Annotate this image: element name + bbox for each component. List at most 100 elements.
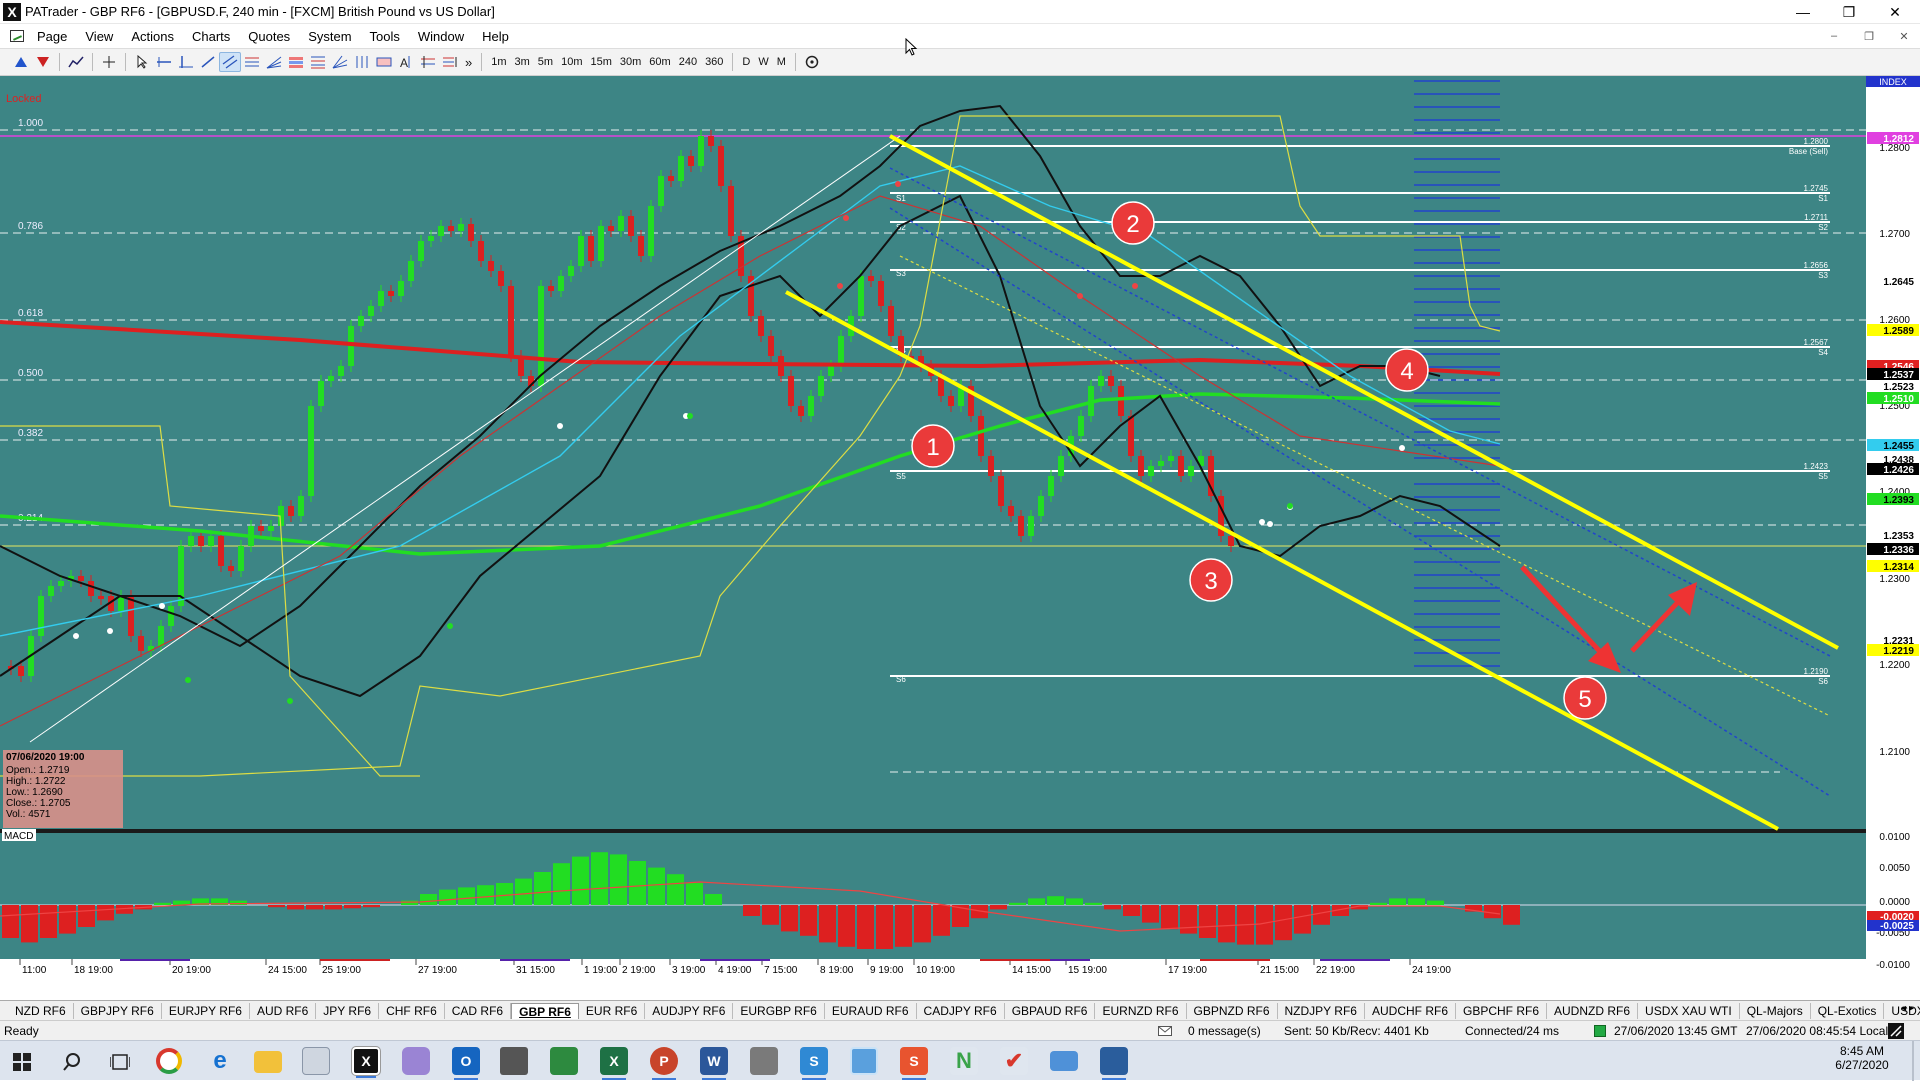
period-daily[interactable]: D — [738, 56, 754, 68]
chart-type-icon[interactable] — [65, 52, 87, 72]
timeframe-60m[interactable]: 60m — [645, 56, 674, 68]
menu-window[interactable]: Window — [409, 29, 473, 44]
symbol-tab-euraud-rf6[interactable]: EURAUD RF6 — [825, 1002, 917, 1019]
minimize-button[interactable]: — — [1780, 0, 1826, 24]
notepad-icon[interactable] — [302, 1047, 330, 1075]
edge-icon[interactable]: e — [206, 1047, 234, 1075]
red-bird-app-icon[interactable]: ✔ — [1000, 1047, 1028, 1075]
image-app-icon[interactable] — [1100, 1047, 1128, 1080]
mdi-close-button[interactable]: ✕ — [1893, 27, 1915, 45]
symbol-tab-gbpchf-rf6[interactable]: GBPCHF RF6 — [1456, 1002, 1548, 1019]
symbol-tab-ql-majors[interactable]: QL-Majors — [1740, 1002, 1811, 1019]
messages-icon[interactable] — [1158, 1026, 1172, 1036]
taskbar-clock[interactable]: 8:45 AM 6/27/2020 — [1832, 1044, 1892, 1072]
show-desktop-button[interactable] — [1912, 1041, 1914, 1081]
close-button[interactable]: ✕ — [1872, 0, 1918, 24]
symbol-tab-chf-rf6[interactable]: CHF RF6 — [379, 1002, 445, 1019]
fib-fan-icon[interactable] — [263, 52, 285, 72]
pointer-icon[interactable] — [131, 52, 153, 72]
symbol-tab-jpy-rf6[interactable]: JPY RF6 — [316, 1002, 380, 1019]
text-icon[interactable]: A — [395, 52, 417, 72]
task-view-icon[interactable] — [110, 1053, 130, 1071]
vertical-line-icon[interactable] — [175, 52, 197, 72]
monitor-app-icon[interactable] — [1050, 1051, 1078, 1071]
word-icon[interactable]: W — [700, 1047, 728, 1080]
s-red-app-icon[interactable]: S — [900, 1047, 928, 1080]
timeframe-360[interactable]: 360 — [701, 56, 727, 68]
menu-tools[interactable]: Tools — [361, 29, 409, 44]
fibonacci-icon[interactable] — [241, 52, 263, 72]
tab-scroll-arrows-icon[interactable]: ◂ ▸ — [1901, 1003, 1914, 1014]
symbol-tab-usdx-xau-wti[interactable]: USDX XAU WTI — [1638, 1002, 1740, 1019]
photos-icon[interactable] — [402, 1047, 430, 1075]
timeframe-240[interactable]: 240 — [675, 56, 701, 68]
symbol-tab-audjpy-rf6[interactable]: AUDJPY RF6 — [645, 1002, 734, 1019]
pitchfork-icon[interactable] — [417, 52, 439, 72]
symbol-tab-gbpjpy-rf6[interactable]: GBPJPY RF6 — [74, 1002, 162, 1019]
n-green-app-icon[interactable]: N — [950, 1047, 978, 1075]
app-window-icon[interactable] — [750, 1047, 778, 1075]
timeframe-5m[interactable]: 5m — [534, 56, 557, 68]
menu-system[interactable]: System — [299, 29, 360, 44]
fib-retrace-icon[interactable] — [307, 52, 329, 72]
pane-splitter[interactable] — [0, 829, 1866, 833]
search-icon[interactable] — [62, 1052, 82, 1072]
powerpoint-icon[interactable]: P — [650, 1047, 678, 1080]
spreadsheet-app-icon[interactable] — [550, 1047, 578, 1075]
menu-charts[interactable]: Charts — [183, 29, 239, 44]
symbol-tab-eurgbp-rf6[interactable]: EURGBP RF6 — [733, 1002, 825, 1019]
screenshot-tool-icon[interactable] — [850, 1047, 878, 1075]
symbol-tab-audchf-rf6[interactable]: AUDCHF RF6 — [1365, 1002, 1456, 1019]
fib-levels-icon[interactable] — [285, 52, 307, 72]
symbol-tab-aud-rf6[interactable]: AUD RF6 — [250, 1002, 317, 1019]
symbol-tab-cadjpy-rf6[interactable]: CADJPY RF6 — [917, 1002, 1005, 1019]
chrome-icon[interactable] — [156, 1048, 182, 1074]
channel-icon[interactable] — [219, 52, 241, 72]
s-app-icon[interactable]: S — [800, 1047, 828, 1080]
timeframe-15m[interactable]: 15m — [586, 56, 615, 68]
crosshair-icon[interactable] — [98, 52, 120, 72]
calculator-icon[interactable] — [500, 1047, 528, 1075]
symbol-tab-nzd-rf6[interactable]: NZD RF6 — [8, 1002, 74, 1019]
chart-area[interactable]: INDEX Locked 1.000 0.786 0.618 0.500 0.382 0.… — [0, 76, 1920, 980]
timeframe-1m[interactable]: 1m — [487, 56, 510, 68]
mdi-restore-button[interactable]: ❐ — [1858, 27, 1880, 45]
symbol-tab-audnzd-rf6[interactable]: AUDNZD RF6 — [1547, 1002, 1639, 1019]
timer-icon[interactable] — [801, 52, 823, 72]
timeframe-10m[interactable]: 10m — [557, 56, 586, 68]
timeframe-30m[interactable]: 30m — [616, 56, 645, 68]
buy-order-icon[interactable] — [10, 52, 32, 72]
price-chart-svg[interactable]: INDEX Locked 1.000 0.786 0.618 0.500 0.382 0.… — [0, 76, 1920, 980]
symbol-tab-eurjpy-rf6[interactable]: EURJPY RF6 — [162, 1002, 250, 1019]
outlook-icon[interactable]: O — [452, 1047, 480, 1080]
patrader-taskbar-icon[interactable]: X — [351, 1046, 381, 1078]
sell-order-icon[interactable] — [32, 52, 54, 72]
resize-grip-icon[interactable] — [1888, 1023, 1904, 1039]
symbol-tab-gbpaud-rf6[interactable]: GBPAUD RF6 — [1005, 1002, 1096, 1019]
toolbar-more-button[interactable]: » — [461, 55, 476, 70]
windows-start-icon[interactable] — [13, 1053, 31, 1071]
symbol-tab-gbp-rf6[interactable]: GBP RF6 — [511, 1002, 579, 1019]
menu-help[interactable]: Help — [473, 29, 518, 44]
rectangle-icon[interactable] — [373, 52, 395, 72]
cycle-lines-icon[interactable] — [351, 52, 373, 72]
menu-page[interactable]: Page — [28, 29, 76, 44]
symbol-tab-cad-rf6[interactable]: CAD RF6 — [445, 1002, 512, 1019]
gann-icon[interactable] — [329, 52, 351, 72]
symbol-tab-ql-exotics[interactable]: QL-Exotics — [1811, 1002, 1885, 1019]
symbol-tab-eurnzd-rf6[interactable]: EURNZD RF6 — [1095, 1002, 1187, 1019]
restore-button[interactable]: ❐ — [1826, 0, 1872, 24]
symbol-tab-eur-rf6[interactable]: EUR RF6 — [579, 1002, 646, 1019]
menu-view[interactable]: View — [76, 29, 122, 44]
menu-quotes[interactable]: Quotes — [239, 29, 299, 44]
horizontal-line-icon[interactable] — [153, 52, 175, 72]
excel-icon[interactable]: X — [600, 1047, 628, 1080]
symbol-tab-gbpnzd-rf6[interactable]: GBPNZD RF6 — [1187, 1002, 1278, 1019]
menu-actions[interactable]: Actions — [122, 29, 183, 44]
period-weekly[interactable]: W — [754, 56, 772, 68]
symbol-tab-nzdjpy-rf6[interactable]: NZDJPY RF6 — [1278, 1002, 1365, 1019]
status-messages[interactable]: 0 message(s) — [1188, 1024, 1261, 1038]
trendline-icon[interactable] — [197, 52, 219, 72]
period-monthly[interactable]: M — [773, 56, 790, 68]
mdi-minimize-button[interactable]: – — [1823, 27, 1845, 45]
